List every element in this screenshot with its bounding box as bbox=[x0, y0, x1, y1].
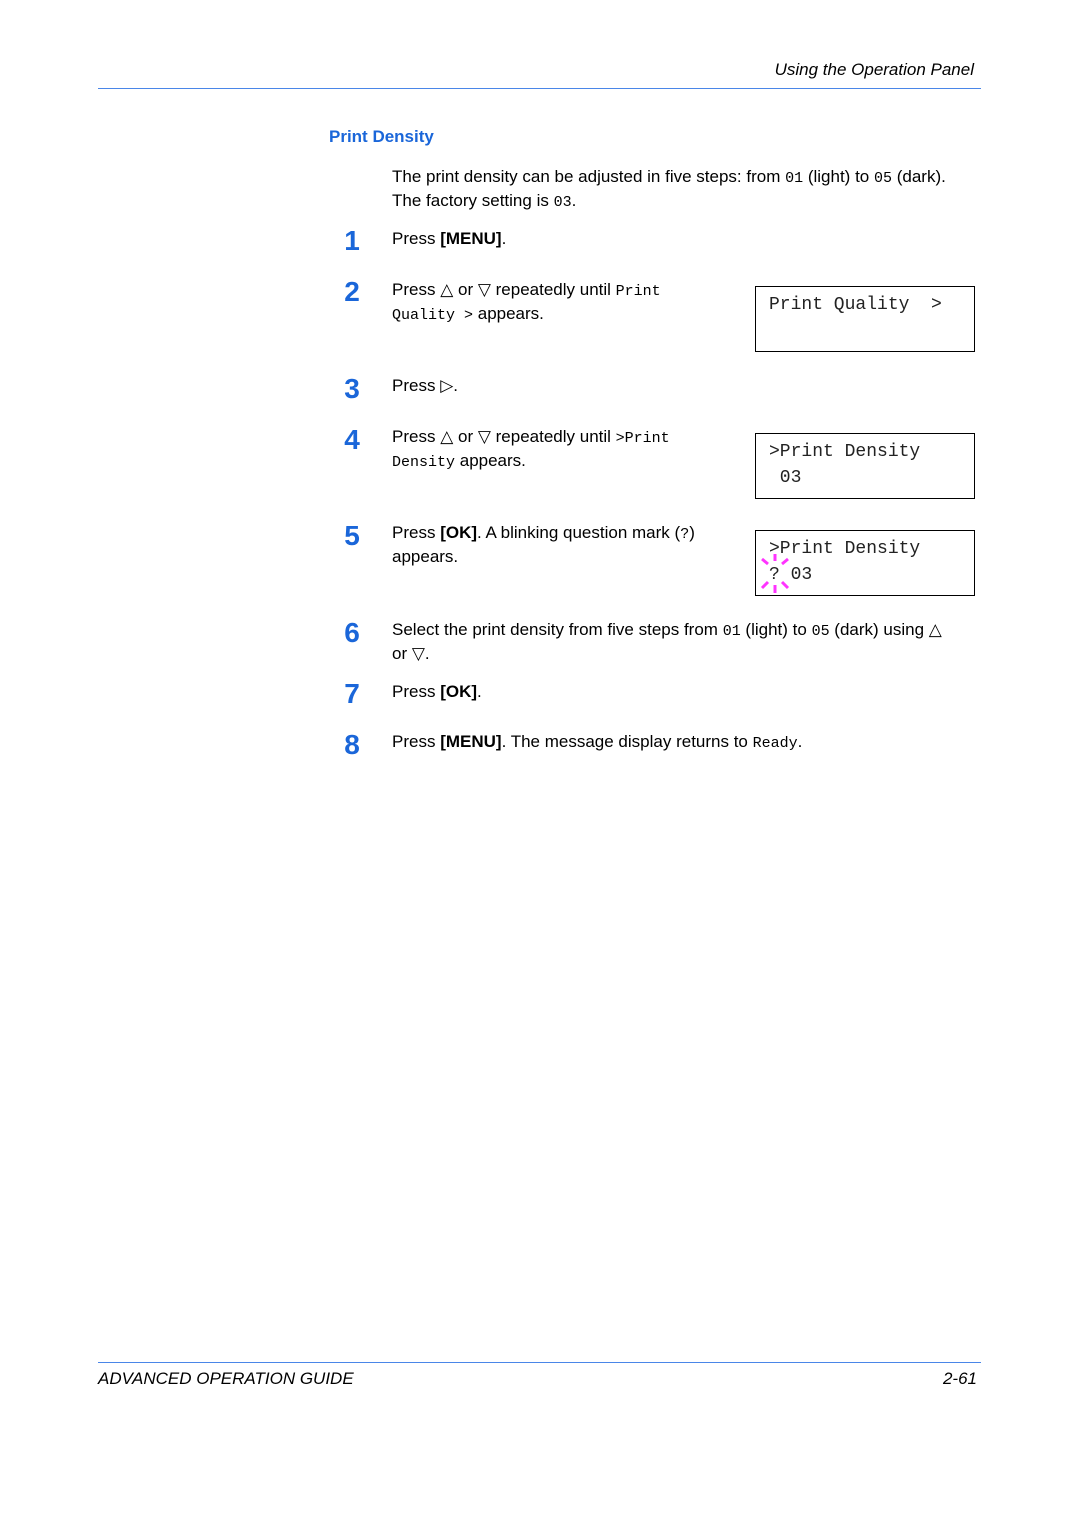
text: . bbox=[501, 229, 507, 248]
text: appears. bbox=[473, 304, 544, 323]
page-number: 2-61 bbox=[942, 1369, 977, 1388]
code-text: 05 bbox=[811, 623, 830, 640]
intro-text: (dark). bbox=[891, 167, 946, 186]
display-line-2: 03 bbox=[769, 468, 802, 488]
text: . A blinking question mark ( bbox=[477, 523, 681, 542]
text: Press bbox=[392, 427, 441, 446]
text: Press bbox=[392, 523, 441, 542]
text: Press bbox=[392, 280, 441, 299]
footer-rule bbox=[98, 1362, 981, 1363]
header-rule bbox=[98, 88, 981, 89]
display-line-1: >Print Density bbox=[769, 442, 921, 462]
running-header: Using the Operation Panel bbox=[774, 60, 974, 79]
step-text: Select the print density from five steps… bbox=[392, 619, 992, 665]
step-number: 7 bbox=[344, 678, 360, 709]
intro-text: The factory setting is bbox=[392, 191, 554, 210]
code-text: 03 bbox=[553, 194, 572, 211]
intro-text: (light) to bbox=[803, 167, 874, 186]
code-text: 01 bbox=[722, 623, 741, 640]
text: Select the print density from five steps… bbox=[392, 620, 723, 639]
intro-text: The print density can be adjusted in fiv… bbox=[392, 167, 786, 186]
text: repeatedly until bbox=[490, 427, 616, 446]
guide-title: ADVANCED OPERATION GUIDE bbox=[98, 1369, 354, 1388]
text: or bbox=[453, 280, 478, 299]
step-number: 5 bbox=[344, 520, 360, 551]
step-number: 8 bbox=[344, 729, 360, 760]
text: . bbox=[477, 682, 482, 701]
step-number: 2 bbox=[344, 276, 360, 307]
code-text: Ready bbox=[752, 735, 798, 752]
key-label: [MENU] bbox=[440, 229, 502, 248]
step-text: Press △ or ▽ repeatedly until >Print Den… bbox=[392, 426, 670, 474]
text: . bbox=[424, 644, 430, 663]
text: Press bbox=[392, 229, 441, 248]
step-number: 1 bbox=[344, 225, 360, 256]
text: Press bbox=[392, 732, 441, 751]
text: appears. bbox=[392, 547, 459, 566]
right-arrow-icon: ▷ bbox=[440, 376, 454, 395]
code-text: Print bbox=[615, 283, 661, 300]
code-text: Quality > bbox=[392, 307, 474, 324]
text: . bbox=[797, 732, 803, 751]
text: ) bbox=[689, 523, 695, 542]
intro-text: . bbox=[571, 191, 577, 210]
step-text: Press [MENU]. bbox=[392, 228, 506, 250]
text: appears. bbox=[455, 451, 526, 470]
step-number: 4 bbox=[344, 424, 360, 455]
key-label: [OK] bbox=[440, 523, 478, 542]
up-arrow-icon: △ bbox=[440, 427, 454, 446]
code-text: 01 bbox=[785, 170, 804, 187]
step-text: Press [OK]. A blinking question mark (?)… bbox=[392, 522, 695, 568]
text: Press bbox=[392, 376, 441, 395]
text: (dark) using bbox=[829, 620, 929, 639]
step-text: Press ▷. bbox=[392, 375, 458, 397]
code-text: Density bbox=[392, 454, 456, 471]
step-text: Press △ or ▽ repeatedly until Print Qual… bbox=[392, 279, 661, 327]
code-text: ? bbox=[680, 526, 690, 543]
text: or bbox=[453, 427, 478, 446]
up-arrow-icon: △ bbox=[440, 280, 454, 299]
key-label: [MENU] bbox=[440, 732, 502, 751]
message-display: Print Quality > bbox=[755, 286, 975, 352]
down-arrow-icon: ▽ bbox=[411, 644, 425, 663]
text: repeatedly until bbox=[490, 280, 616, 299]
text: . The message display returns to bbox=[501, 732, 753, 751]
text: or bbox=[392, 644, 412, 663]
text: . bbox=[453, 376, 458, 395]
code-text: >Print bbox=[615, 430, 670, 447]
section-title: Print Density bbox=[329, 127, 434, 146]
text: Press bbox=[392, 682, 441, 701]
key-label: [OK] bbox=[440, 682, 478, 701]
message-display: >Print Density 03 bbox=[755, 433, 975, 499]
step-text: Press [OK]. bbox=[392, 681, 482, 703]
down-arrow-icon: ▽ bbox=[477, 427, 491, 446]
blink-indicator-icon bbox=[760, 554, 790, 593]
text: (light) to bbox=[740, 620, 812, 639]
message-display: >Print Density ? 03 bbox=[755, 530, 975, 596]
step-number: 6 bbox=[344, 617, 360, 648]
code-text: 05 bbox=[873, 170, 892, 187]
step-number: 3 bbox=[344, 373, 360, 404]
display-line-1: Print Quality > bbox=[769, 295, 942, 315]
up-arrow-icon: △ bbox=[928, 620, 942, 639]
intro-paragraph: The print density can be adjusted in fiv… bbox=[392, 166, 992, 214]
step-text: Press [MENU]. The message display return… bbox=[392, 731, 802, 755]
down-arrow-icon: ▽ bbox=[477, 280, 491, 299]
